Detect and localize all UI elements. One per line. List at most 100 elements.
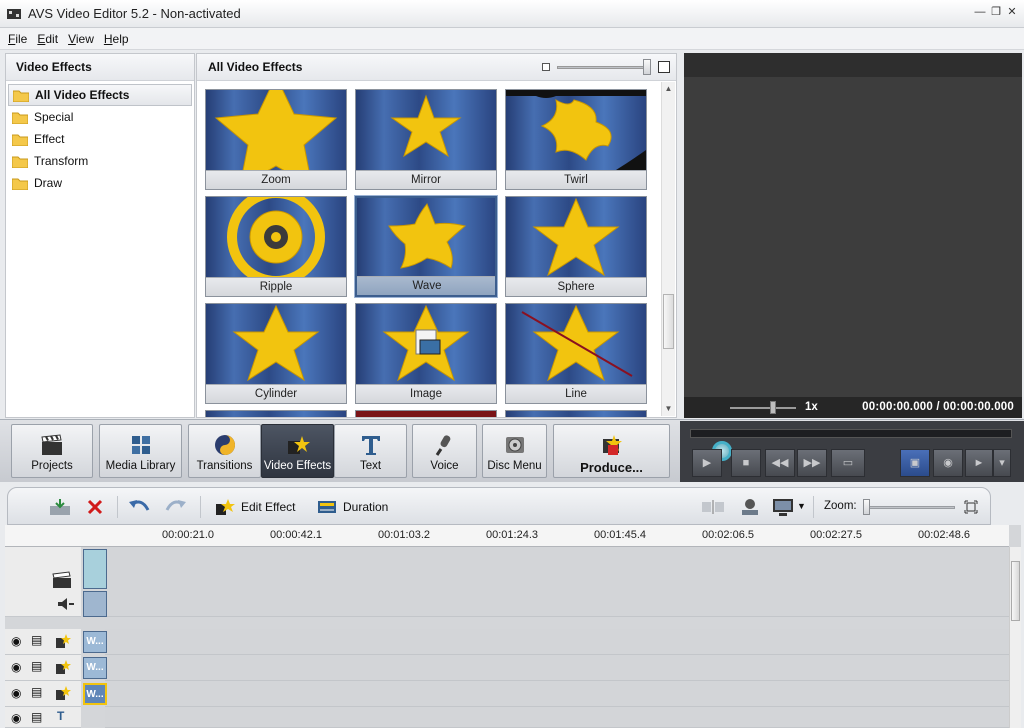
voice-button[interactable]: Voice bbox=[412, 424, 477, 478]
thumbnail-size-slider[interactable] bbox=[557, 66, 651, 69]
eye-icon[interactable]: ◉ bbox=[11, 634, 21, 648]
menu-file[interactable]: File bbox=[8, 32, 27, 46]
effect-tile-sphere[interactable]: Sphere bbox=[505, 196, 647, 297]
effect-tile-twirl[interactable]: Twirl bbox=[505, 89, 647, 190]
category-panel-header: Video Effects bbox=[6, 54, 194, 81]
eye-icon[interactable]: ◉ bbox=[11, 660, 21, 674]
effect-thumbnail bbox=[206, 197, 346, 277]
thumbnail-large-icon[interactable] bbox=[658, 61, 670, 73]
menu-help[interactable]: Help bbox=[104, 32, 129, 46]
scrollbar-thumb[interactable] bbox=[663, 294, 674, 349]
scrollbar-thumb[interactable] bbox=[1011, 561, 1020, 621]
microphone-icon bbox=[435, 435, 450, 456]
effect-thumbnail bbox=[356, 90, 496, 170]
thumbnail-small-icon[interactable] bbox=[542, 63, 550, 71]
produce-button[interactable]: Produce... bbox=[553, 424, 670, 478]
folder-icon bbox=[12, 178, 28, 190]
transitions-button[interactable]: Transitions bbox=[188, 424, 261, 478]
effects-grid-header: All Video Effects bbox=[197, 54, 676, 81]
next-frame-button[interactable]: ▶▶ bbox=[797, 449, 827, 477]
playback-progress-bar[interactable] bbox=[690, 429, 1012, 438]
effect-tile-ripple[interactable]: Ripple bbox=[205, 196, 347, 297]
playback-speed-slider[interactable] bbox=[730, 407, 796, 409]
snapshot-button[interactable]: ◉ bbox=[933, 449, 963, 477]
lock-icon[interactable]: ▤ bbox=[31, 659, 42, 673]
voice-record-icon[interactable] bbox=[739, 496, 761, 518]
effect-tile-line[interactable]: Line bbox=[505, 303, 647, 404]
effect-track[interactable] bbox=[105, 629, 1009, 655]
thumbnail-size-slider-thumb[interactable] bbox=[643, 59, 651, 75]
delete-icon[interactable] bbox=[86, 498, 104, 516]
playback-speed-thumb[interactable] bbox=[770, 401, 776, 414]
add-to-timeline-icon[interactable] bbox=[48, 498, 72, 516]
media-library-button[interactable]: Media Library bbox=[99, 424, 182, 478]
effect-track[interactable] bbox=[105, 655, 1009, 681]
previous-frame-button[interactable]: ◀◀ bbox=[765, 449, 795, 477]
category-transform[interactable]: Transform bbox=[8, 150, 192, 172]
effects-scrollbar[interactable]: ▲ ▼ bbox=[661, 82, 675, 416]
effect-clip[interactable]: W... bbox=[83, 657, 107, 679]
scroll-down-icon[interactable]: ▼ bbox=[662, 402, 675, 416]
stop-button[interactable]: ■ bbox=[731, 449, 761, 477]
time-ruler[interactable]: 00:00:21.0 00:00:42.1 00:01:03.2 00:01:2… bbox=[5, 525, 1009, 547]
video-clip[interactable] bbox=[83, 549, 107, 589]
play-button[interactable]: ▶ bbox=[692, 449, 722, 477]
video-effects-button[interactable]: Video Effects bbox=[261, 424, 334, 478]
monitor-button[interactable]: ▣ bbox=[900, 449, 930, 477]
close-icon[interactable]: ✕ bbox=[1006, 6, 1018, 18]
volume-dropdown-button[interactable]: ▾ bbox=[993, 449, 1011, 477]
edit-effect-button[interactable]: Edit Effect bbox=[215, 498, 295, 516]
effect-tile-partial[interactable] bbox=[205, 410, 347, 417]
category-effect[interactable]: Effect bbox=[8, 128, 192, 150]
menu-view[interactable]: View bbox=[68, 32, 94, 46]
disc-menu-button[interactable]: Disc Menu bbox=[482, 424, 547, 478]
volume-button[interactable]: ► bbox=[965, 449, 993, 477]
redo-icon[interactable] bbox=[165, 498, 187, 516]
effect-label: Twirl bbox=[506, 170, 646, 189]
minimize-icon[interactable]: — bbox=[974, 6, 986, 18]
eye-icon[interactable]: ◉ bbox=[11, 711, 21, 725]
effect-tile-partial[interactable] bbox=[355, 410, 497, 417]
timeline-scrollbar[interactable] bbox=[1009, 547, 1021, 728]
undo-icon[interactable] bbox=[128, 498, 150, 516]
audio-clip[interactable] bbox=[83, 591, 107, 617]
lock-icon[interactable]: ▤ bbox=[31, 710, 42, 724]
effect-tile-partial[interactable] bbox=[505, 410, 647, 417]
effect-clip[interactable]: W... bbox=[83, 631, 107, 653]
category-all-video-effects[interactable]: All Video Effects bbox=[8, 84, 192, 106]
scroll-up-icon[interactable]: ▲ bbox=[662, 82, 675, 96]
chevron-down-icon[interactable]: ▼ bbox=[797, 501, 806, 511]
fullscreen-button[interactable]: ▭ bbox=[831, 449, 865, 477]
split-icon[interactable] bbox=[701, 499, 725, 515]
effect-clip-selected[interactable]: W... bbox=[83, 683, 107, 705]
eye-icon[interactable]: ◉ bbox=[11, 686, 21, 700]
effect-tile-wave[interactable]: Wave bbox=[355, 196, 497, 297]
effect-tile-zoom[interactable]: Zoom bbox=[205, 89, 347, 190]
voice-label: Voice bbox=[430, 460, 459, 472]
effect-tile-image[interactable]: Image bbox=[355, 303, 497, 404]
category-draw[interactable]: Draw bbox=[8, 172, 192, 194]
lock-icon[interactable]: ▤ bbox=[31, 685, 42, 699]
menu-edit[interactable]: Edit bbox=[37, 32, 58, 46]
folder-icon bbox=[13, 90, 29, 102]
monitor-output-icon[interactable] bbox=[772, 497, 794, 517]
timeline-zoom-thumb[interactable] bbox=[863, 499, 870, 515]
fit-to-window-icon[interactable] bbox=[964, 500, 978, 514]
lock-icon[interactable]: ▤ bbox=[31, 633, 42, 647]
playback-speed-label: 1x bbox=[805, 401, 818, 413]
effect-track[interactable] bbox=[105, 681, 1009, 707]
text-track[interactable] bbox=[105, 707, 1009, 728]
video-track[interactable] bbox=[105, 547, 1009, 617]
effect-tile-mirror[interactable]: Mirror bbox=[355, 89, 497, 190]
category-label: Effect bbox=[34, 132, 65, 146]
category-special[interactable]: Special bbox=[8, 106, 192, 128]
category-label: All Video Effects bbox=[35, 88, 130, 102]
previous-frame-icon: ◀◀ bbox=[771, 457, 789, 469]
effect-tile-cylinder[interactable]: Cylinder bbox=[205, 303, 347, 404]
restore-icon[interactable]: ❐ bbox=[990, 6, 1002, 18]
duration-button[interactable]: Duration bbox=[317, 498, 388, 516]
timeline-zoom-slider[interactable] bbox=[865, 506, 955, 509]
text-button[interactable]: Text bbox=[334, 424, 407, 478]
projects-button[interactable]: Projects bbox=[11, 424, 93, 478]
ruler-tick: 00:02:48.6 bbox=[918, 529, 970, 541]
